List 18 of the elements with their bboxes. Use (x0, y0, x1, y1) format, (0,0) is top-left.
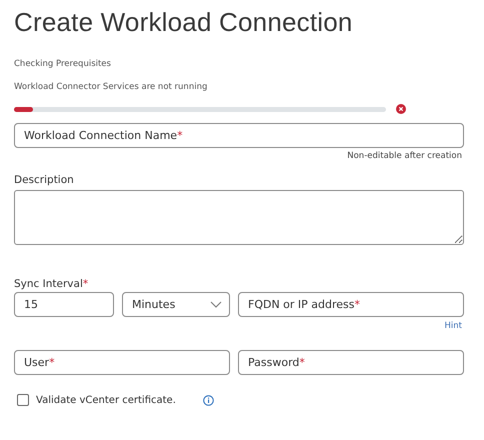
page-title: Create Workload Connection (14, 6, 354, 39)
checkbox-label: Validate vCenter certificate. (36, 394, 176, 406)
input-field[interactable]: FQDN or IP address* (238, 292, 464, 317)
hint-link[interactable]: Hint (444, 321, 462, 331)
status-heading: Checking Prerequisites (14, 59, 112, 69)
input-field[interactable]: User* (14, 350, 230, 375)
chevron-down-icon (210, 301, 222, 308)
status-message: Workload Connector Services are not running (14, 82, 208, 92)
info-icon[interactable] (202, 394, 214, 406)
input-field[interactable]: Password* (238, 350, 464, 375)
field-note: Non-editable after creation (346, 151, 462, 161)
checkbox[interactable] (17, 394, 29, 406)
field-label: Description (14, 174, 75, 186)
description-field[interactable] (14, 190, 464, 245)
input-field[interactable]: Workload Connection Name* (14, 123, 464, 148)
input-field[interactable]: 15 (14, 292, 114, 317)
field-label: Sync Interval* (14, 278, 90, 290)
unit-dropdown[interactable]: Minutes (122, 292, 230, 317)
